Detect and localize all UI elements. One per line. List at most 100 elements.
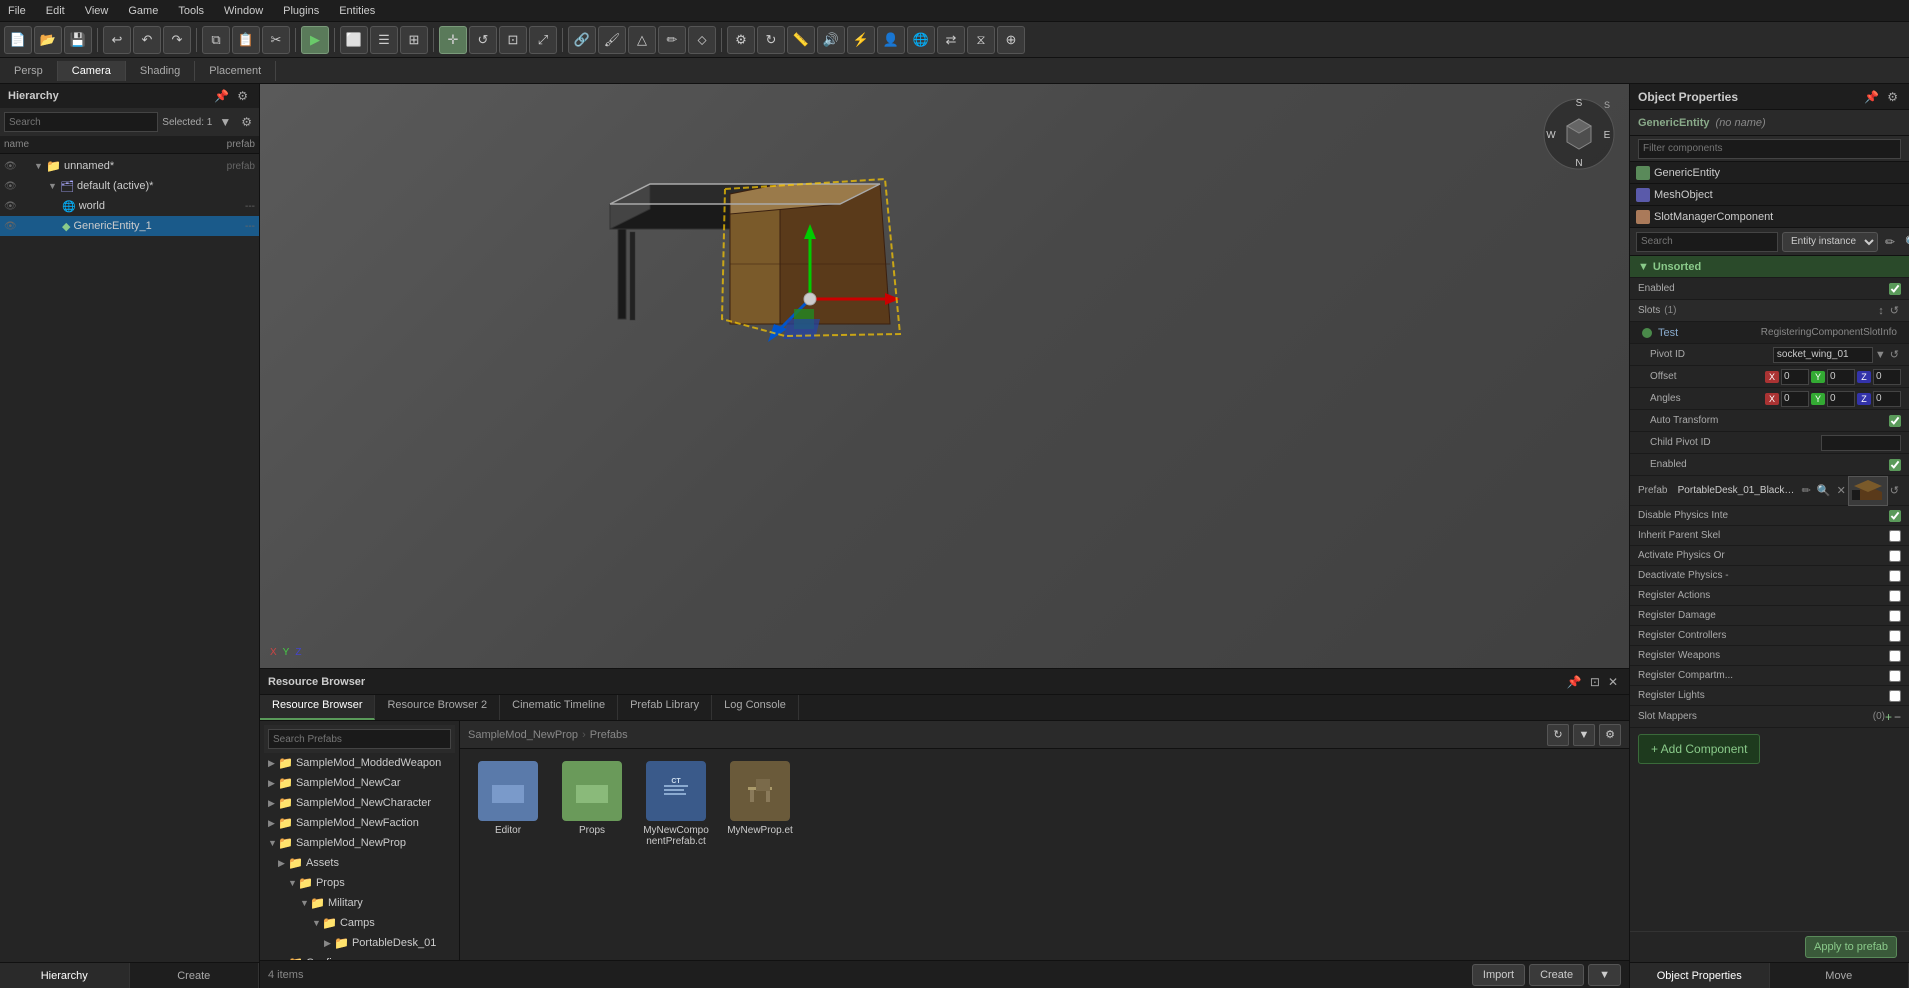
play-button[interactable]: ▶ <box>301 26 329 54</box>
prop-auto-transform-checkbox[interactable] <box>1889 415 1901 427</box>
sidebar-item-newcharacter[interactable]: ▶ 📁 SampleMod_NewCharacter <box>264 793 455 813</box>
prop-inherit-parent-checkbox[interactable] <box>1889 530 1901 542</box>
move-button[interactable]: ✛ <box>439 26 467 54</box>
hierarchy-settings-button[interactable]: ⚙ <box>234 88 251 104</box>
pivot-id-reset-button[interactable]: ↺ <box>1888 348 1901 361</box>
cut-button[interactable]: ✂ <box>262 26 290 54</box>
search-prop-button[interactable]: 🔍 <box>1902 234 1909 250</box>
filter-path-button[interactable]: ▼ <box>1573 724 1595 746</box>
tab-persp[interactable]: Persp <box>0 61 58 81</box>
tree-item-world[interactable]: 👁 🌐 world --- <box>0 196 259 216</box>
tab-camera[interactable]: Camera <box>58 61 126 81</box>
sidebar-item-newprop[interactable]: ▼ 📁 SampleMod_NewProp <box>264 833 455 853</box>
menu-tools[interactable]: Tools <box>174 3 208 19</box>
resource-expand-button[interactable]: ⊡ <box>1587 674 1603 690</box>
path-item-prefabs[interactable]: Prefabs <box>590 729 628 741</box>
prop-deactivate-physics-checkbox[interactable] <box>1889 570 1901 582</box>
settings-button[interactable]: ⚙ <box>727 26 755 54</box>
prefab-search-button[interactable]: 🔍 <box>1815 484 1833 497</box>
prop-enabled-checkbox[interactable] <box>1889 283 1901 295</box>
resource-tab-2[interactable]: Resource Browser 2 <box>375 695 500 720</box>
slots-reset-button[interactable]: ↺ <box>1888 304 1901 317</box>
path-item-newprop[interactable]: SampleMod_NewProp <box>468 729 578 741</box>
slots-header[interactable]: Slots (1) ↕ ↺ <box>1630 300 1909 322</box>
add-component-button[interactable]: + Add Component <box>1638 734 1760 764</box>
hierarchy-pin-button[interactable]: 📌 <box>211 88 232 104</box>
hierarchy-filter-button[interactable]: ▼ <box>216 114 234 130</box>
sidebar-item-configs[interactable]: ▶ 📁 Configs <box>264 953 455 960</box>
slot-mappers-remove-button[interactable]: − <box>1894 710 1901 724</box>
globe-button[interactable]: 🌐 <box>907 26 935 54</box>
props-bottom-tab-properties[interactable]: Object Properties <box>1630 963 1770 988</box>
resource-tab-cinematic[interactable]: Cinematic Timeline <box>500 695 618 720</box>
angles-y-input[interactable] <box>1827 391 1855 407</box>
sidebar-item-newcar[interactable]: ▶ 📁 SampleMod_NewCar <box>264 773 455 793</box>
pivot-id-dropdown-button[interactable]: ▼ <box>1873 349 1888 361</box>
sidebar-item-military[interactable]: ▼ 📁 Military <box>264 893 455 913</box>
terrain-button[interactable]: △ <box>628 26 656 54</box>
split-button[interactable]: ⧖ <box>967 26 995 54</box>
angles-z-input[interactable] <box>1873 391 1901 407</box>
grid-button[interactable]: ⊞ <box>400 26 428 54</box>
resource-search-input[interactable] <box>268 729 451 749</box>
import-button[interactable]: Import <box>1472 964 1525 986</box>
tree-item-genericentity[interactable]: 👁 ◆ GenericEntity_1 --- <box>0 216 259 236</box>
rotate-button[interactable]: ↺ <box>469 26 497 54</box>
tab-shading[interactable]: Shading <box>126 61 195 81</box>
tree-item-unnamed[interactable]: 👁 ▼ 📁 unnamed* prefab <box>0 156 259 176</box>
create-button[interactable]: Create <box>1529 964 1584 986</box>
bottom-tab-hierarchy[interactable]: Hierarchy <box>0 963 130 988</box>
prop-register-damage-checkbox[interactable] <box>1889 610 1901 622</box>
props-filter-input[interactable] <box>1638 139 1901 159</box>
copy-button[interactable]: ⧉ <box>202 26 230 54</box>
sidebar-item-newfaction[interactable]: ▶ 📁 SampleMod_NewFaction <box>264 813 455 833</box>
sidebar-item-camps[interactable]: ▼ 📁 Camps <box>264 913 455 933</box>
menu-edit[interactable]: Edit <box>42 3 69 19</box>
resource-item-editor[interactable]: Editor <box>468 757 548 851</box>
resource-item-newcomponent[interactable]: CT MyNewCompo nentPrefab.ct <box>636 757 716 851</box>
prefab-clear-button[interactable]: ✕ <box>1835 484 1848 497</box>
prop-child-pivot-id-input[interactable] <box>1821 435 1901 451</box>
props-search-input[interactable] <box>1636 232 1778 252</box>
pencil-button[interactable]: ✏ <box>658 26 686 54</box>
hierarchy-options-button[interactable]: ⚙ <box>238 114 255 130</box>
resource-tab-main[interactable]: Resource Browser <box>260 695 375 720</box>
eye-icon-default[interactable]: 👁 <box>4 181 18 192</box>
resource-tab-log[interactable]: Log Console <box>712 695 799 720</box>
resource-tab-prefab-library[interactable]: Prefab Library <box>618 695 712 720</box>
edit-button[interactable]: ✏ <box>1882 234 1898 250</box>
offset-y-input[interactable] <box>1827 369 1855 385</box>
snap-button[interactable]: 🔗 <box>568 26 596 54</box>
prefab-reset-button[interactable]: ↺ <box>1888 484 1901 497</box>
undo-button[interactable]: ↶ <box>133 26 161 54</box>
prop-activate-physics-checkbox[interactable] <box>1889 550 1901 562</box>
unsorted-section[interactable]: ▼ Unsorted <box>1630 256 1909 278</box>
redo-button[interactable]: ↷ <box>163 26 191 54</box>
hierarchy-search-input[interactable] <box>4 112 158 132</box>
resource-pin-button[interactable]: 📌 <box>1564 674 1585 690</box>
plugin-button[interactable]: ⊕ <box>997 26 1025 54</box>
offset-z-input[interactable] <box>1873 369 1901 385</box>
prop-disable-physics-checkbox[interactable] <box>1889 510 1901 522</box>
new-button[interactable]: 📄 <box>4 26 32 54</box>
prop-register-weapons-checkbox[interactable] <box>1889 650 1901 662</box>
create-dropdown-button[interactable]: ▼ <box>1588 964 1621 986</box>
resource-item-props[interactable]: Props <box>552 757 632 851</box>
prefab-edit-button[interactable]: ✏ <box>1800 484 1813 497</box>
apply-to-prefab-button[interactable]: Apply to prefab <box>1805 936 1897 958</box>
refresh-path-button[interactable]: ↻ <box>1547 724 1569 746</box>
menu-entities[interactable]: Entities <box>335 3 379 19</box>
brush-button[interactable]: 🖌 <box>598 26 626 54</box>
layers-button[interactable]: ☰ <box>370 26 398 54</box>
props-bottom-tab-move[interactable]: Move <box>1770 963 1909 988</box>
props-settings-button[interactable]: ⚙ <box>1884 89 1901 105</box>
viewport[interactable]: S N W E S X Y Z <box>260 84 1629 668</box>
sidebar-item-moddedweapon[interactable]: ▶ 📁 SampleMod_ModdedWeapon <box>264 753 455 773</box>
sidebar-item-assets[interactable]: ▶ 📁 Assets <box>264 853 455 873</box>
save-button[interactable]: 💾 <box>64 26 92 54</box>
tab-placement[interactable]: Placement <box>195 61 276 81</box>
character-button[interactable]: 👤 <box>877 26 905 54</box>
resource-item-newprop[interactable]: MyNewProp.et <box>720 757 800 851</box>
sidebar-item-props[interactable]: ▼ 📁 Props <box>264 873 455 893</box>
menu-game[interactable]: Game <box>124 3 162 19</box>
